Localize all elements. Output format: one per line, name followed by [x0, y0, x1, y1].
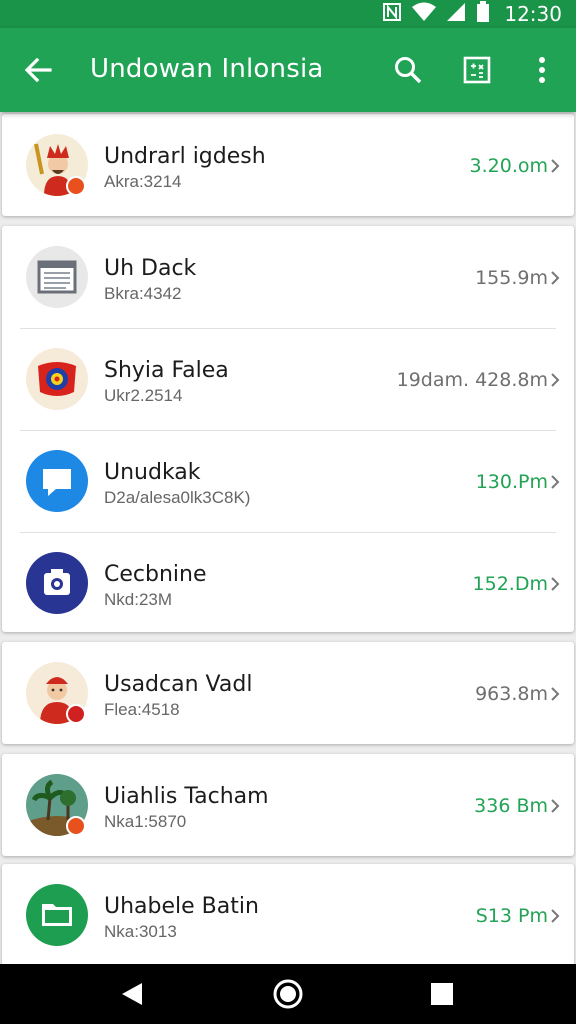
document-icon	[26, 246, 88, 308]
item-subtitle: Ukr2.2514	[104, 386, 183, 405]
item-subtitle: Bkra:4342	[104, 284, 182, 303]
item-subtitle: Flea:4518	[104, 700, 180, 719]
folder-icon	[26, 884, 88, 946]
camera-icon	[26, 552, 88, 614]
item-title: Uhabele Batin	[104, 894, 259, 919]
item-value: S13 Pm	[475, 905, 548, 927]
list-card: Usadcan Vadl Flea:4518 963.8m	[2, 642, 574, 744]
item-title: Usadcan Vadl	[104, 672, 253, 697]
search-button[interactable]	[390, 52, 426, 88]
app-bar: Undowan Inlonsia	[0, 28, 576, 112]
chevron-right-icon	[551, 799, 560, 813]
list-item[interactable]: Usadcan Vadl Flea:4518 963.8m	[2, 642, 574, 744]
chevron-right-icon	[551, 373, 560, 387]
item-title: Unudkak	[104, 460, 201, 485]
item-value: 336 Bm	[474, 795, 548, 817]
item-subtitle: Nka:3013	[104, 922, 177, 941]
battery-icon	[476, 0, 490, 28]
triangle-back-icon	[122, 983, 142, 1005]
item-subtitle: Akra:3214	[104, 172, 182, 191]
nav-home-button[interactable]	[272, 978, 304, 1010]
chevron-right-icon	[551, 909, 560, 923]
item-subtitle: Nkd:23M	[104, 590, 173, 609]
arrow-back-icon	[24, 57, 52, 83]
list-card: Undrarl igdesh Akra:3214 3.20.om	[2, 114, 574, 216]
item-value: 130.Pm	[475, 471, 548, 493]
chevron-right-icon	[551, 687, 560, 701]
item-value: 19dam. 428.8m	[396, 369, 548, 391]
chevron-right-icon	[551, 159, 560, 173]
app-title: Undowan Inlonsia	[90, 54, 324, 84]
item-title: Uiahlis Tacham	[104, 784, 269, 809]
item-title: Cecbnine	[104, 562, 207, 587]
status-icons: 12:30	[382, 0, 562, 28]
calculator-icon	[463, 56, 491, 84]
list-card: Uh Dack Bkra:4342 155.9m Shyia Falea Ukr…	[2, 226, 574, 632]
list-item[interactable]: Unudkak D2a/alesa0lk3C8K) 130.Pm	[2, 430, 574, 532]
item-subtitle: D2a/alesa0lk3C8K)	[104, 488, 251, 507]
list-card: Uiahlis Tacham Nka1:5870 336 Bm	[2, 754, 574, 856]
chevron-right-icon	[551, 271, 560, 285]
search-icon	[395, 57, 422, 84]
item-value: 155.9m	[475, 267, 548, 289]
list-item[interactable]: Uiahlis Tacham Nka1:5870 336 Bm	[2, 754, 574, 856]
list-card: Uhabele Batin Nka:3013 S13 Pm	[2, 864, 574, 966]
message-icon	[26, 450, 88, 512]
nav-recents-button[interactable]	[426, 978, 458, 1010]
list-item[interactable]: Uh Dack Bkra:4342 155.9m	[2, 226, 574, 328]
status-time: 12:30	[504, 2, 562, 26]
nav-back-button[interactable]	[116, 978, 148, 1010]
calculator-button[interactable]	[459, 52, 495, 88]
status-badge	[66, 816, 86, 836]
navigation-bar	[0, 964, 576, 1024]
item-value: 3.20.om	[469, 155, 548, 177]
list-item[interactable]: Undrarl igdesh Akra:3214 3.20.om	[2, 114, 574, 216]
item-value: 963.8m	[475, 683, 548, 705]
nfc-icon	[382, 2, 402, 27]
status-bar: 12:30	[0, 0, 576, 28]
home-circle-icon	[273, 979, 303, 1009]
item-title: Shyia Falea	[104, 358, 229, 383]
status-badge	[66, 176, 86, 196]
chevron-right-icon	[551, 577, 560, 591]
item-value: 152.Dm	[472, 573, 548, 595]
more-vert-icon	[539, 57, 545, 83]
flag-emblem-icon	[26, 348, 88, 410]
chevron-right-icon	[551, 475, 560, 489]
overflow-menu-button[interactable]	[524, 52, 560, 88]
list-item[interactable]: Uhabele Batin Nka:3013 S13 Pm	[2, 864, 574, 966]
cell-signal-icon	[446, 2, 466, 27]
item-title: Uh Dack	[104, 256, 197, 281]
list-item[interactable]: Shyia Falea Ukr2.2514 19dam. 428.8m	[2, 328, 574, 430]
item-subtitle: Nka1:5870	[104, 812, 187, 831]
status-badge	[66, 704, 86, 724]
wifi-icon	[412, 2, 437, 27]
item-title: Undrarl igdesh	[104, 144, 266, 169]
list-item[interactable]: Cecbnine Nkd:23M 152.Dm	[2, 532, 574, 634]
square-recents-icon	[431, 983, 453, 1005]
back-button[interactable]	[20, 52, 56, 88]
